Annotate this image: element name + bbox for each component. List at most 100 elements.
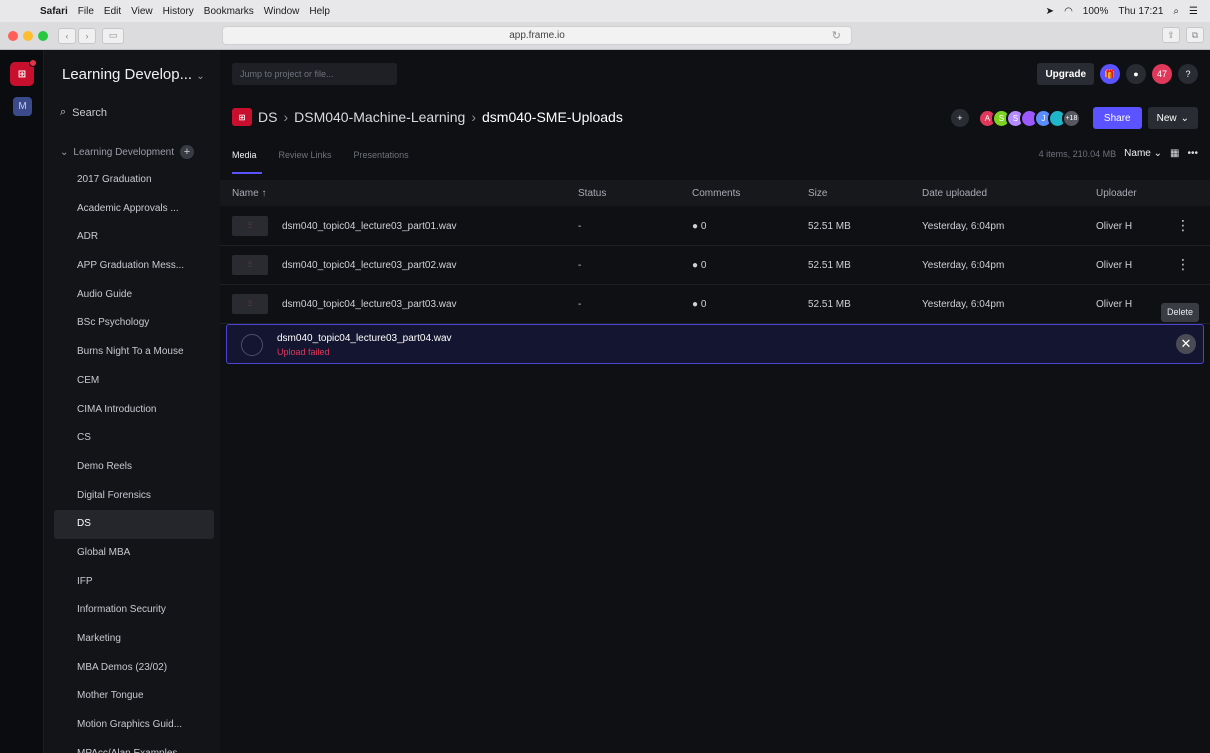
more-collaborators-badge[interactable]: +18 bbox=[1061, 108, 1081, 128]
sidebar-folder[interactable]: 2017 Graduation bbox=[54, 166, 214, 195]
column-name[interactable]: Name ↑ bbox=[232, 188, 266, 199]
failed-upload-row[interactable]: dsm040_topic04_lecture03_part04.wav Uplo… bbox=[226, 324, 1204, 364]
file-status: - bbox=[578, 260, 582, 271]
tab-presentations[interactable]: Presentations bbox=[354, 150, 409, 160]
sidebar-folder[interactable]: ADR bbox=[54, 223, 214, 252]
tabs-overview-icon[interactable]: ⧉ bbox=[1186, 27, 1204, 43]
team-logo-icon[interactable]: ⊞ bbox=[10, 59, 37, 86]
menu-window[interactable]: Window bbox=[264, 6, 300, 17]
menu-bookmarks[interactable]: Bookmarks bbox=[204, 6, 254, 17]
sidebar-folder[interactable]: Academic Approvals ... bbox=[54, 195, 214, 224]
breadcrumb: ⊞ DS › DSM040-Machine-Learning › dsm040-… bbox=[232, 108, 623, 126]
file-name[interactable]: dsm040_topic04_lecture03_part01.wav bbox=[282, 221, 457, 232]
clock[interactable]: Thu 17:21 bbox=[1118, 6, 1163, 17]
sidebar-folder[interactable]: IFP bbox=[54, 568, 214, 597]
column-comments[interactable]: Comments bbox=[692, 188, 740, 199]
close-window-icon[interactable] bbox=[8, 30, 18, 41]
sidebar-folder[interactable]: Digital Forensics bbox=[54, 482, 214, 511]
sidebar-folder[interactable]: Motion Graphics Guid... bbox=[54, 711, 214, 740]
team-switcher[interactable]: Learning Develop... ⌄ bbox=[62, 66, 205, 83]
row-menu-icon[interactable]: ⋮ bbox=[1176, 217, 1190, 234]
chevron-down-icon: ⌄ bbox=[196, 71, 205, 82]
sidebar-folder[interactable]: Global MBA bbox=[54, 539, 214, 568]
menu-edit[interactable]: Edit bbox=[104, 6, 121, 17]
breadcrumb-current[interactable]: dsm040-SME-Uploads bbox=[482, 109, 623, 125]
sidebar-search[interactable]: ⌕ Search bbox=[60, 106, 107, 119]
menu-app[interactable]: Safari bbox=[40, 6, 68, 17]
menu-file[interactable]: File bbox=[78, 6, 94, 17]
row-menu-icon[interactable]: ⋮ bbox=[1176, 256, 1190, 273]
add-project-icon[interactable]: + bbox=[180, 145, 195, 159]
menu-view[interactable]: View bbox=[131, 6, 153, 17]
jump-to-input[interactable]: Jump to project or file... bbox=[232, 63, 397, 85]
share-sheet-icon[interactable]: ⇪ bbox=[1162, 27, 1180, 43]
new-button[interactable]: New ⌄ bbox=[1147, 107, 1198, 129]
project-header[interactable]: ⌄ Learning Development + bbox=[60, 145, 210, 159]
reload-icon[interactable]: ↻ bbox=[832, 29, 841, 42]
column-date[interactable]: Date uploaded bbox=[922, 188, 987, 199]
upgrade-button[interactable]: Upgrade bbox=[1037, 63, 1094, 85]
delete-upload-button[interactable]: ✕ bbox=[1176, 334, 1196, 354]
workspace-badge[interactable]: M bbox=[13, 97, 32, 116]
file-date: Yesterday, 6:04pm bbox=[922, 260, 1005, 271]
file-comments[interactable]: ● 0 bbox=[692, 260, 706, 271]
spotlight-icon[interactable]: ⌕ bbox=[1173, 6, 1179, 17]
sidebar-folder[interactable]: Burns Night To a Mouse bbox=[54, 338, 214, 367]
sidebar-folder[interactable]: CS bbox=[54, 424, 214, 453]
table-row[interactable]: ⫶⫶ dsm040_topic04_lecture03_part03.wav -… bbox=[220, 285, 1210, 324]
location-icon[interactable]: ➤ bbox=[1046, 6, 1054, 17]
help-button[interactable]: ? bbox=[1178, 64, 1198, 84]
audio-file-icon: ⫶⫶ bbox=[232, 216, 268, 236]
more-options-icon[interactable]: ••• bbox=[1187, 148, 1198, 159]
sidebar-folder-active[interactable]: DS bbox=[54, 510, 214, 539]
menu-history[interactable]: History bbox=[163, 6, 194, 17]
file-name[interactable]: dsm040_topic04_lecture03_part02.wav bbox=[282, 260, 457, 271]
battery-label[interactable]: 100% bbox=[1083, 6, 1109, 17]
share-button[interactable]: Share bbox=[1092, 107, 1142, 129]
wifi-icon[interactable]: ◠ bbox=[1064, 6, 1073, 17]
sidebar-folder[interactable]: MBA Demos (23/02) bbox=[54, 654, 214, 683]
sidebar-folder[interactable]: BSc Psychology bbox=[54, 309, 214, 338]
tab-media[interactable]: Media bbox=[232, 150, 262, 174]
menu-help[interactable]: Help bbox=[309, 6, 330, 17]
sidebar-folder[interactable]: CEM bbox=[54, 367, 214, 396]
file-comments[interactable]: ● 0 bbox=[692, 299, 706, 310]
sidebar-folder[interactable]: Demo Reels bbox=[54, 453, 214, 482]
sidebar-folder[interactable]: APP Graduation Mess... bbox=[54, 252, 214, 281]
sidebar-folder[interactable]: Mother Tongue bbox=[54, 682, 214, 711]
notification-center-icon[interactable]: ☰ bbox=[1189, 6, 1198, 17]
forward-button[interactable]: › bbox=[78, 27, 96, 44]
collaborator-avatars[interactable]: A S S J +18 bbox=[977, 108, 1081, 128]
back-button[interactable]: ‹ bbox=[58, 27, 76, 44]
add-collaborator-icon[interactable]: + bbox=[950, 109, 969, 127]
table-row[interactable]: ⫶⫶ dsm040_topic04_lecture03_part01.wav -… bbox=[220, 207, 1210, 246]
address-bar[interactable]: app.frame.io ↻ bbox=[222, 26, 852, 45]
comment-count: 0 bbox=[700, 299, 707, 310]
minimize-window-icon[interactable] bbox=[23, 30, 33, 41]
sidebar-folder[interactable]: MPAcc/Alan Examples bbox=[54, 740, 214, 753]
file-name[interactable]: dsm040_topic04_lecture03_part03.wav bbox=[282, 299, 457, 310]
grid-view-icon[interactable]: ▦ bbox=[1170, 148, 1179, 159]
tab-review-links[interactable]: Review Links bbox=[279, 150, 332, 160]
file-comments[interactable]: ● 0 bbox=[692, 221, 706, 232]
user-icon[interactable]: ● bbox=[1126, 64, 1146, 84]
zoom-window-icon[interactable] bbox=[38, 30, 48, 41]
folder-list: 2017 Graduation Academic Approvals ... A… bbox=[54, 166, 214, 753]
sidebar-folder[interactable]: Marketing bbox=[54, 625, 214, 654]
breadcrumb-root[interactable]: DS bbox=[258, 109, 277, 125]
sort-dropdown[interactable]: Name ⌄ bbox=[1124, 148, 1162, 159]
sidebar-folder[interactable]: Information Security bbox=[54, 596, 214, 625]
file-size: 52.51 MB bbox=[808, 260, 851, 271]
notifications-badge[interactable]: 47 bbox=[1152, 64, 1172, 84]
breadcrumb-parent[interactable]: DSM040-Machine-Learning bbox=[294, 109, 465, 125]
table-row[interactable]: ⫶⫶ dsm040_topic04_lecture03_part02.wav -… bbox=[220, 246, 1210, 285]
column-status[interactable]: Status bbox=[578, 188, 606, 199]
sort-label: Name bbox=[1124, 148, 1151, 159]
sidebar-folder[interactable]: Audio Guide bbox=[54, 281, 214, 310]
column-uploader[interactable]: Uploader bbox=[1096, 188, 1137, 199]
window-controls bbox=[8, 30, 48, 41]
gift-icon[interactable]: 🎁 bbox=[1100, 64, 1120, 84]
sidebar-toggle-icon[interactable]: ▭ bbox=[102, 27, 124, 44]
sidebar-folder[interactable]: CIMA Introduction bbox=[54, 396, 214, 425]
column-size[interactable]: Size bbox=[808, 188, 827, 199]
